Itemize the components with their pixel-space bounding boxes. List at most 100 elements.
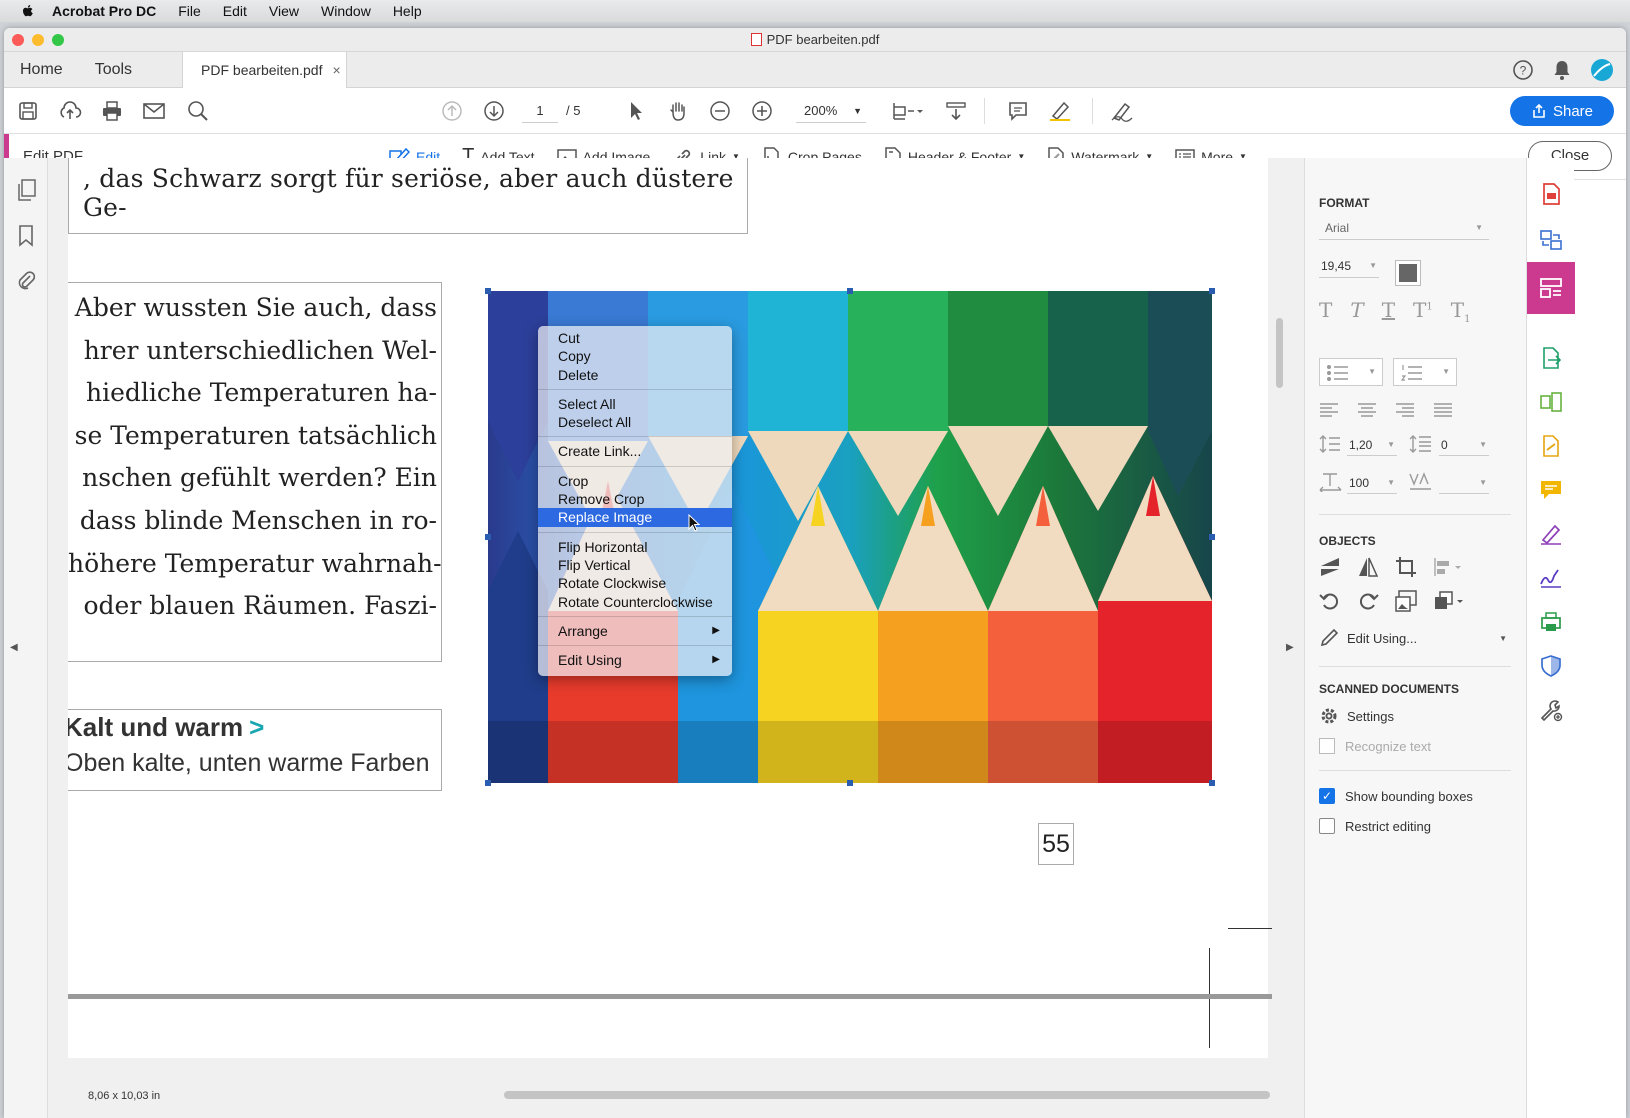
collapse-left-arrow-icon[interactable]: ◀ xyxy=(10,642,18,653)
tab-document[interactable]: PDF bearbeiten.pdf × xyxy=(182,51,348,88)
align-objects-icon[interactable] xyxy=(1433,556,1467,578)
arrange-objects-icon[interactable] xyxy=(1433,590,1467,612)
menu-edit[interactable]: Edit xyxy=(223,3,247,19)
superscript-text-icon[interactable]: T1 xyxy=(1413,298,1433,325)
combine-files-icon[interactable] xyxy=(1539,228,1563,252)
paragraph-spacing-select[interactable]: 0 ▼ xyxy=(1439,434,1489,456)
print-icon[interactable] xyxy=(100,99,124,123)
menu-view[interactable]: View xyxy=(269,3,299,19)
send-for-signature-icon[interactable] xyxy=(1539,566,1563,590)
restrict-editing-option[interactable]: Restrict editing xyxy=(1319,818,1431,834)
menu-item-arrange[interactable]: Arrange ▶ xyxy=(538,622,732,640)
menu-item-copy[interactable]: Copy xyxy=(538,347,732,365)
organize-pages-icon[interactable] xyxy=(1539,390,1563,414)
font-family-select[interactable]: Arial ▼ xyxy=(1319,216,1489,240)
page-thumbnails-icon[interactable] xyxy=(16,178,38,202)
resize-handle[interactable] xyxy=(485,288,491,294)
save-icon[interactable] xyxy=(16,99,40,123)
help-icon[interactable]: ? xyxy=(1512,59,1534,81)
protect-shield-icon[interactable] xyxy=(1539,654,1563,678)
next-page-icon[interactable] xyxy=(482,99,506,123)
horizontal-scale-select[interactable]: 100 ▼ xyxy=(1347,472,1397,494)
menu-item-flip-horizontal[interactable]: Flip Horizontal xyxy=(538,538,732,556)
scroll-mode-icon[interactable] xyxy=(944,99,968,123)
underline-text-icon[interactable]: T xyxy=(1382,298,1395,325)
italic-text-icon[interactable]: T xyxy=(1350,298,1363,325)
previous-page-icon[interactable] xyxy=(440,99,464,123)
font-size-select[interactable]: 19,45 ▼ xyxy=(1319,254,1379,278)
character-spacing-select[interactable]: ▼ xyxy=(1439,472,1489,494)
resize-handle[interactable] xyxy=(485,534,491,540)
close-window-button[interactable] xyxy=(12,34,24,46)
justify-icon[interactable] xyxy=(1433,402,1453,418)
search-icon[interactable] xyxy=(186,99,210,123)
align-left-icon[interactable] xyxy=(1319,402,1339,418)
resize-handle[interactable] xyxy=(847,288,853,294)
resize-handle[interactable] xyxy=(1209,288,1215,294)
print-production-icon[interactable] xyxy=(1539,610,1563,634)
close-tab-icon[interactable]: × xyxy=(332,62,340,78)
comment-tool-icon[interactable] xyxy=(1539,478,1563,502)
show-bounding-boxes-option[interactable]: ✓ Show bounding boxes xyxy=(1319,788,1473,804)
notifications-bell-icon[interactable] xyxy=(1552,59,1572,81)
expand-right-panel-arrow-icon[interactable]: ▶ xyxy=(1286,642,1294,653)
edit-pdf-tool-active[interactable] xyxy=(1527,262,1575,314)
zoom-select[interactable]: 200% ▼ xyxy=(796,99,866,123)
text-box-paragraph[interactable]: Aber wussten Sie auch, dass hrer untersc… xyxy=(68,282,442,662)
edit-using-dropdown[interactable]: Edit Using... ▼ xyxy=(1319,626,1507,650)
rotate-counterclockwise-icon[interactable] xyxy=(1319,590,1341,612)
menu-item-edit-using[interactable]: Edit Using ▶ xyxy=(538,651,732,669)
subscript-text-icon[interactable]: T1 xyxy=(1451,298,1471,325)
text-box-heading[interactable]: Kalt und warm > Oben kalte, unten warme F… xyxy=(68,709,442,791)
bookmark-icon[interactable] xyxy=(16,224,36,248)
email-icon[interactable] xyxy=(142,99,166,123)
user-avatar-icon[interactable] xyxy=(1590,58,1614,82)
menu-app-name[interactable]: Acrobat Pro DC xyxy=(52,3,156,19)
menu-window[interactable]: Window xyxy=(321,3,371,19)
numbered-list-dropdown[interactable]: ▼ xyxy=(1393,358,1457,386)
settings-button[interactable]: Settings xyxy=(1319,706,1394,726)
select-arrow-icon[interactable] xyxy=(624,99,648,123)
resize-handle[interactable] xyxy=(847,780,853,786)
recognize-text-checkbox[interactable] xyxy=(1319,738,1335,754)
align-right-icon[interactable] xyxy=(1395,402,1415,418)
zoom-window-button[interactable] xyxy=(52,34,64,46)
more-tools-wrench-icon[interactable] xyxy=(1539,698,1563,722)
page-number-input[interactable]: 1 xyxy=(522,99,558,123)
zoom-in-icon[interactable] xyxy=(750,99,774,123)
zoom-out-icon[interactable] xyxy=(708,99,732,123)
hand-tool-icon[interactable] xyxy=(666,99,690,123)
align-center-icon[interactable] xyxy=(1357,402,1377,418)
fill-sign-pen-icon[interactable] xyxy=(1539,522,1563,546)
minimize-window-button[interactable] xyxy=(32,34,44,46)
bold-text-icon[interactable]: T xyxy=(1319,298,1332,325)
bullet-list-dropdown[interactable]: ▼ xyxy=(1319,358,1383,386)
menu-item-delete[interactable]: Delete xyxy=(538,366,732,384)
font-color-swatch[interactable] xyxy=(1395,260,1421,286)
horizontal-scrollbar[interactable] xyxy=(504,1091,1270,1099)
document-view[interactable]: , das Schwarz sorgt für seriöse, aber au… xyxy=(48,158,1304,1118)
menu-item-remove-crop[interactable]: Remove Crop xyxy=(538,490,732,508)
export-pdf-icon[interactable] xyxy=(1539,346,1563,370)
sign-pen-icon[interactable] xyxy=(1110,99,1134,123)
show-bounding-boxes-checkbox[interactable]: ✓ xyxy=(1319,788,1335,804)
comment-icon[interactable] xyxy=(1006,99,1030,123)
vertical-scrollbar[interactable] xyxy=(1276,318,1283,388)
page-display-icon[interactable] xyxy=(890,99,926,123)
menu-item-flip-vertical[interactable]: Flip Vertical xyxy=(538,556,732,574)
share-button[interactable]: Share xyxy=(1510,96,1614,126)
flip-vertical-icon[interactable] xyxy=(1319,556,1341,578)
menu-item-create-link[interactable]: Create Link... xyxy=(538,442,732,460)
resize-handle[interactable] xyxy=(1209,534,1215,540)
highlighter-icon[interactable] xyxy=(1048,99,1072,123)
menu-file[interactable]: File xyxy=(178,3,201,19)
crop-image-icon[interactable] xyxy=(1395,556,1417,578)
rotate-clockwise-icon[interactable] xyxy=(1357,590,1379,612)
flip-horizontal-icon[interactable] xyxy=(1357,556,1379,578)
menu-item-select-all[interactable]: Select All xyxy=(538,395,732,413)
text-box-top[interactable]: , das Schwarz sorgt für seriöse, aber au… xyxy=(68,158,748,234)
line-spacing-select[interactable]: 1,20 ▼ xyxy=(1347,434,1397,456)
fill-sign-icon[interactable] xyxy=(1539,434,1563,458)
attachment-paperclip-icon[interactable] xyxy=(16,268,36,292)
page-number-box[interactable]: 55 xyxy=(1038,823,1074,865)
